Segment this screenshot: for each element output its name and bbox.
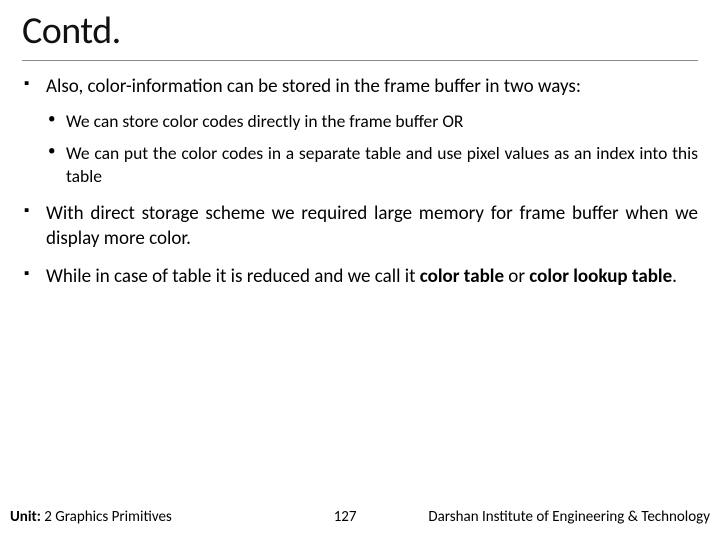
- bold-text: color table: [420, 265, 504, 288]
- bullet-text: We can put the color codes in a separate…: [66, 142, 698, 187]
- list-item: With direct storage scheme we required l…: [22, 202, 698, 251]
- bullet-list-level2: We can store color codes directly in the…: [46, 110, 698, 188]
- list-item: We can store color codes directly in the…: [46, 110, 698, 133]
- list-item: We can put the color codes in a separate…: [46, 142, 698, 188]
- bullet-text: or: [504, 265, 529, 288]
- footer-left: Unit: 2 Graphics Primitives: [10, 508, 172, 526]
- bullet-text: While in case of table it is reduced and…: [46, 265, 420, 288]
- slide-title: Contd.: [22, 8, 698, 61]
- slide: Contd. Also, color-information can be st…: [0, 0, 720, 540]
- slide-footer: Unit: 2 Graphics Primitives 127 Darshan …: [0, 508, 720, 526]
- list-item: Also, color-information can be stored in…: [22, 75, 698, 188]
- slide-content: Also, color-information can be stored in…: [22, 75, 698, 290]
- unit-text: 2 Graphics Primitives: [41, 508, 172, 526]
- bullet-text: With direct storage scheme we required l…: [46, 202, 698, 250]
- footer-org: Darshan Institute of Engineering & Techn…: [428, 508, 710, 526]
- list-item: While in case of table it is reduced and…: [22, 265, 698, 290]
- unit-label: Unit:: [10, 508, 41, 526]
- bullet-text: .: [672, 265, 677, 288]
- bullet-text: We can store color codes directly in the…: [66, 110, 463, 132]
- bullet-text: Also, color-information can be stored in…: [46, 75, 581, 98]
- bold-text: color lookup table: [529, 265, 672, 288]
- footer-page: 127: [172, 508, 429, 526]
- bullet-list-level1: Also, color-information can be stored in…: [22, 75, 698, 290]
